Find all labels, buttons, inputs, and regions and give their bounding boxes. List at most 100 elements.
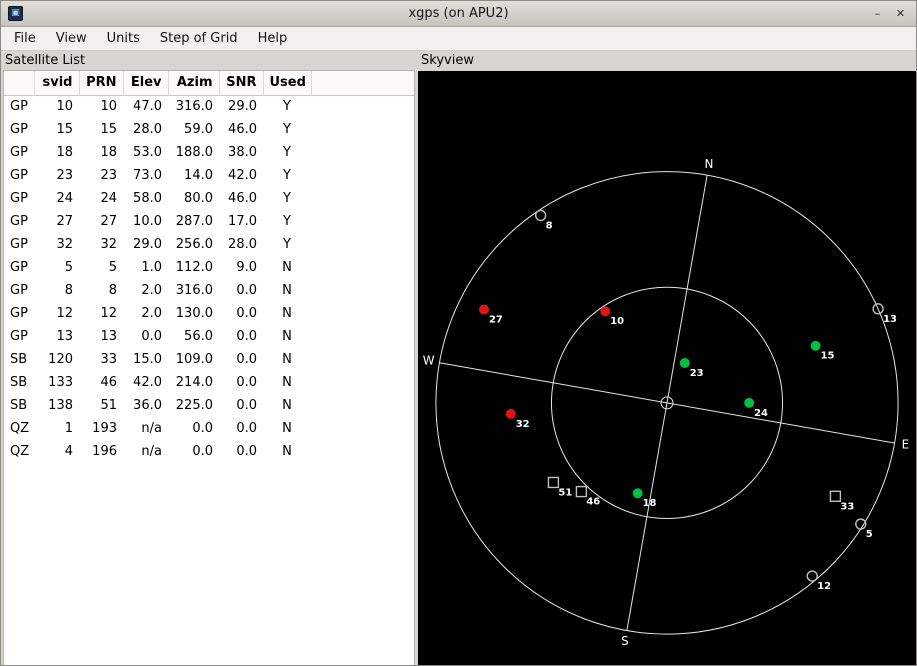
- table-cell: 2.0: [141, 283, 162, 298]
- menubar: File View Units Step of Grid Help: [1, 27, 916, 51]
- table-row[interactable]: GP 32 32 29.0 256.0 28.0 Y: [4, 233, 414, 256]
- column-header-type[interactable]: [4, 71, 35, 96]
- satellite-marker-8: [534, 209, 547, 222]
- table-cell: N: [282, 329, 292, 344]
- satellite-marker-15: [810, 340, 821, 351]
- table-cell: 112.0: [175, 260, 213, 275]
- table-row[interactable]: GP 27 27 10.0 287.0 17.0 Y: [4, 210, 414, 233]
- satellite-table-container[interactable]: svid PRN Elev Azim SNR Used GP 10 10 47.0 31…: [3, 70, 415, 665]
- table-row[interactable]: SB 138 51 36.0 225.0 0.0 N: [4, 394, 414, 417]
- menu-file[interactable]: File: [4, 28, 46, 49]
- close-button[interactable]: ✕: [892, 5, 909, 22]
- table-cell: 0.0: [192, 444, 213, 459]
- table-cell: 14.0: [184, 168, 213, 183]
- table-cell: 4: [64, 444, 73, 459]
- table-cell: 24: [56, 191, 73, 206]
- table-cell: 225.0: [175, 398, 213, 413]
- table-row[interactable]: GP 5 5 1.0 112.0 9.0 N: [4, 256, 414, 279]
- table-cell-filler: [311, 164, 414, 187]
- column-header-used[interactable]: Used: [263, 71, 312, 96]
- menu-step-of-grid[interactable]: Step of Grid: [150, 28, 248, 49]
- satellite-label-32: 32: [516, 419, 530, 430]
- table-cell: 32: [56, 237, 73, 252]
- table-cell-filler: [311, 371, 414, 394]
- table-row[interactable]: QZ 1 193 n/a 0.0 0.0 N: [4, 417, 414, 440]
- table-cell: 10: [100, 99, 117, 115]
- table-cell-filler: [311, 417, 414, 440]
- table-row[interactable]: GP 18 18 53.0 188.0 38.0 Y: [4, 141, 414, 164]
- table-row[interactable]: GP 24 24 58.0 80.0 46.0 Y: [4, 187, 414, 210]
- satellite-list-label: Satellite List: [5, 53, 86, 68]
- table-cell: Y: [283, 122, 291, 137]
- column-header-elev[interactable]: Elev: [123, 71, 169, 96]
- table-cell: 188.0: [175, 145, 213, 160]
- column-header-prn[interactable]: PRN: [79, 71, 124, 96]
- table-row[interactable]: QZ 4 196 n/a 0.0 0.0 N: [4, 440, 414, 463]
- menu-view[interactable]: View: [46, 28, 97, 49]
- table-cell: 42.0: [133, 375, 162, 390]
- skyview-frame: Skyview N E S W 10 15 18 23 24 27 32 5 8 12 13 33 46 51: [418, 51, 916, 665]
- table-cell: GP: [10, 237, 28, 252]
- window-title: xgps (on APU2): [408, 6, 509, 21]
- table-row[interactable]: GP 12 12 2.0 130.0 0.0 N: [4, 302, 414, 325]
- table-cell: 33: [100, 352, 117, 367]
- table-cell: 2.0: [141, 306, 162, 321]
- table-cell: 0.0: [192, 421, 213, 436]
- table-cell: GP: [10, 260, 28, 275]
- table-cell: 10: [56, 99, 73, 115]
- table-cell: 56.0: [184, 329, 213, 344]
- satellite-label-8: 8: [546, 220, 553, 231]
- table-cell: GP: [10, 306, 28, 321]
- satellite-label-27: 27: [489, 315, 503, 326]
- titlebar[interactable]: ▣ xgps (on APU2) – ✕: [1, 1, 916, 27]
- table-cell: QZ: [10, 421, 30, 436]
- table-cell: 27: [100, 214, 117, 229]
- table-cell: 58.0: [133, 191, 162, 206]
- satellite-label-15: 15: [821, 351, 835, 362]
- table-cell: 23: [56, 168, 73, 183]
- table-row[interactable]: GP 13 13 0.0 56.0 0.0 N: [4, 325, 414, 348]
- satellite-marker-24: [744, 397, 755, 408]
- compass-label-w: W: [423, 353, 435, 367]
- table-cell: Y: [283, 214, 291, 229]
- table-cell: GP: [10, 329, 28, 344]
- table-cell: GP: [10, 122, 28, 137]
- table-cell: Y: [283, 191, 291, 206]
- skyview-canvas: N E S W 10 15 18 23 24 27 32 5 8 12 13 33 46 51: [418, 71, 916, 665]
- satellite-marker-32: [505, 408, 516, 419]
- table-cell: 9.0: [236, 260, 257, 275]
- column-header-svid[interactable]: svid: [34, 71, 80, 96]
- table-row[interactable]: SB 133 46 42.0 214.0 0.0 N: [4, 371, 414, 394]
- table-cell: 27: [56, 214, 73, 229]
- satellite-label-12: 12: [817, 581, 831, 592]
- table-cell: 0.0: [236, 375, 257, 390]
- menu-help[interactable]: Help: [248, 28, 298, 49]
- column-header-snr[interactable]: SNR: [219, 71, 264, 96]
- menu-units[interactable]: Units: [97, 28, 150, 49]
- table-cell: 13: [100, 329, 117, 344]
- table-cell: 29.0: [133, 237, 162, 252]
- table-cell: n/a: [141, 444, 162, 459]
- table-cell: 53.0: [133, 145, 162, 160]
- table-cell: GP: [10, 168, 28, 183]
- satellite-label-10: 10: [610, 316, 624, 327]
- table-cell: SB: [10, 375, 28, 390]
- table-cell: 10.0: [133, 214, 162, 229]
- table-cell-filler: [311, 210, 414, 233]
- table-cell-filler: [311, 279, 414, 302]
- satellite-marker-12: [806, 570, 818, 582]
- table-row[interactable]: GP 10 10 47.0 316.0 29.0 Y: [4, 95, 414, 118]
- satellite-label-51: 51: [558, 487, 572, 498]
- table-cell: 46.0: [228, 191, 257, 206]
- table-row[interactable]: GP 8 8 2.0 316.0 0.0 N: [4, 279, 414, 302]
- table-cell: 46: [100, 375, 117, 390]
- table-cell: 133: [48, 375, 73, 390]
- skyview-plot: N E S W 10 15 18 23 24 27 32 5 8 12 13 33 46 51: [423, 157, 909, 648]
- column-header-azim[interactable]: Azim: [168, 71, 220, 96]
- table-row[interactable]: GP 23 23 73.0 14.0 42.0 Y: [4, 164, 414, 187]
- table-cell: 47.0: [133, 99, 162, 115]
- table-row[interactable]: GP 15 15 28.0 59.0 46.0 Y: [4, 118, 414, 141]
- table-row[interactable]: SB 120 33 15.0 109.0 0.0 N: [4, 348, 414, 371]
- minimize-button[interactable]: –: [869, 5, 886, 22]
- table-cell-filler: [311, 233, 414, 256]
